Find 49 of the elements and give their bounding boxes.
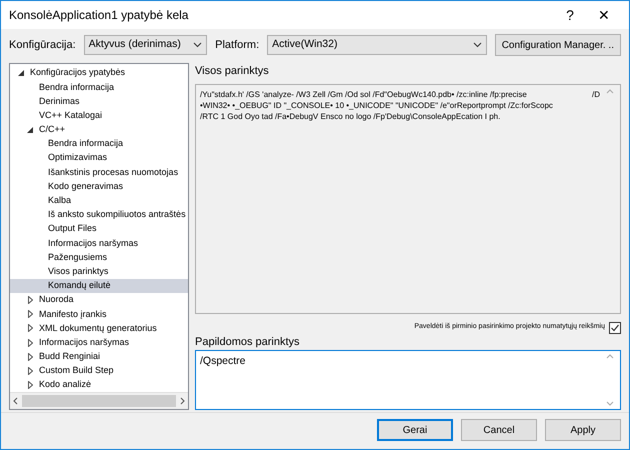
tree-item[interactable]: Manifesto įrankis	[10, 307, 188, 322]
dialog-button[interactable]: Gerai	[377, 419, 453, 441]
additional-options-field[interactable]: /Qspectre	[195, 350, 621, 410]
tree-item[interactable]: Konfigūracijos ypatybės	[10, 66, 188, 80]
horizontal-scrollbar[interactable]	[10, 392, 188, 409]
expanded-arrow-icon[interactable]	[16, 70, 26, 76]
dialog-button[interactable]: Apply	[545, 419, 621, 441]
tree-item[interactable]: XML dokumentų generatorius	[10, 321, 188, 336]
tree-item[interactable]: Visos parinktys	[10, 264, 188, 279]
option-text-line: /RTC 1 God Oyo tad /Fa•DebugV Ensco no logo /Fp'Debug\ConsoleAppEcation I ph.	[200, 110, 502, 122]
platform-label: Platform:	[215, 38, 260, 53]
tree-item[interactable]: Kodo generavimas	[10, 180, 188, 194]
tree-item[interactable]: VC++ Katalogai	[10, 108, 188, 123]
section-label: Visos parinktys	[195, 64, 270, 79]
option-text-line: /Yu"stdafx.h' /GS 'analyze- /W3 Zell /Gm /Od sol /Fd"OebugWc140.pdb• /zc:inline /fp:precise	[200, 88, 528, 100]
close-button[interactable]: ✕	[587, 4, 621, 26]
caret-icon	[472, 42, 482, 48]
inherit-checkbox[interactable]	[609, 322, 621, 334]
tree-item[interactable]: Išankstinis procesas nuomotojas	[10, 165, 188, 180]
option-text-line: •WIN32• •_OEBUG" ID "_CONSOLE• 10 •_UNICODE" "UNICODE" /e"orReportprompt /Zc:forScopc	[200, 100, 554, 110]
tree-item[interactable]: Derinimas	[10, 94, 188, 109]
tree-item[interactable]: Kodo analizė	[10, 378, 188, 392]
window-title: KonsolėApplication1 ypatybė kela	[9, 7, 188, 24]
tree-item[interactable]: Kalba	[10, 194, 188, 208]
tree-item[interactable]: Komandų eilutė	[10, 278, 188, 293]
tree-item[interactable]: Budd Renginiai	[10, 350, 188, 364]
scroll-right-icon[interactable]	[180, 397, 185, 405]
caret-icon	[193, 42, 202, 48]
platform-dropdown[interactable]: Active(Win32)	[267, 35, 487, 55]
tree-item[interactable]: Custom Build Step	[10, 364, 188, 378]
tree-item[interactable]: Output Files	[10, 222, 188, 236]
tree-item[interactable]: Bendra informacija	[10, 136, 188, 152]
tree-item[interactable]: Bendra informacija	[10, 80, 188, 94]
configuration-label: Konfigūracija:	[9, 38, 76, 53]
tree-item[interactable]: Iš anksto sukompiliuotos antraštės	[10, 208, 188, 222]
configuration-dropdown[interactable]: Aktyvus (derinimas)	[84, 35, 208, 55]
tree-item[interactable]: Nuoroda	[10, 293, 188, 308]
tree-item[interactable]: Informacijos naršymas	[10, 336, 188, 350]
tree-item[interactable]: C/C++	[10, 122, 188, 137]
tree-item[interactable]: Optimizavimas	[10, 151, 188, 166]
section-label: Papildomos parinktys	[195, 334, 301, 350]
expanded-arrow-icon[interactable]	[25, 126, 35, 133]
tree-item[interactable]: Informacijos naršymas	[10, 236, 188, 250]
configuration-manager-button[interactable]: Configuration Manager. ..	[494, 34, 621, 56]
dialog-button[interactable]: Cancel	[461, 419, 537, 441]
scroll-left-icon[interactable]	[13, 397, 18, 405]
help-button[interactable]: ?	[553, 4, 587, 26]
option-text: /D	[592, 88, 600, 100]
tree-item[interactable]: Pažengusiems	[10, 250, 188, 265]
